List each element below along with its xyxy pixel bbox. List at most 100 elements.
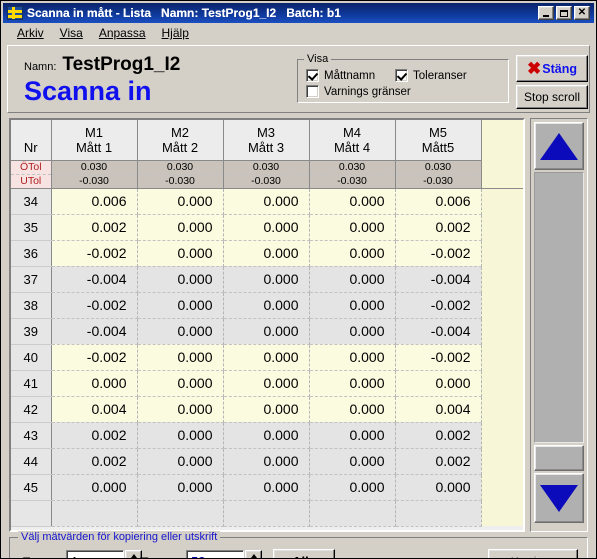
menu-item-arkiv[interactable]: Arkiv [9, 24, 52, 42]
measurement-cell-m5[interactable]: 0.002 [395, 422, 482, 449]
fom-input[interactable]: 1 [66, 550, 124, 558]
menu-item-visa[interactable]: Visa [52, 24, 91, 42]
row-number-cell[interactable]: 37 [11, 266, 52, 293]
row-number-cell[interactable]: 35 [11, 214, 52, 241]
measurement-cell-m5[interactable]: -0.002 [395, 344, 482, 371]
stang-button[interactable]: ✖ Stäng [516, 55, 588, 82]
fom-stepper[interactable]: 1 [66, 550, 142, 558]
measurement-cell-m5[interactable]: 0.000 [395, 474, 482, 501]
measurement-cell-m3[interactable]: 0.000 [223, 422, 310, 449]
measurement-cell-m5[interactable]: -0.004 [395, 266, 482, 293]
checkbox-mattnamn[interactable]: Måttnamn [306, 69, 375, 82]
row-number-cell[interactable]: 40 [11, 344, 52, 371]
table-row[interactable]: 36 -0.002 0.000 0.000 0.000 -0.002 [11, 240, 523, 267]
measurement-cell-m3[interactable]: 0.000 [223, 474, 310, 501]
measurement-cell-m3[interactable]: 0.000 [223, 266, 310, 293]
table-row[interactable]: 40 -0.002 0.000 0.000 0.000 -0.002 [11, 344, 523, 371]
measurement-cell-m4[interactable]: 0.000 [309, 214, 396, 241]
table-row[interactable]: 42 0.004 0.000 0.000 0.000 0.004 [11, 396, 523, 423]
row-number-cell[interactable]: 44 [11, 448, 52, 475]
table-row[interactable]: 43 0.002 0.000 0.000 0.000 0.002 [11, 422, 523, 449]
measurement-cell-m2[interactable]: 0.000 [137, 474, 224, 501]
measurement-cell-m2[interactable]: 0.000 [137, 292, 224, 319]
stop-scroll-button[interactable]: Stop scroll [516, 85, 588, 109]
table-row[interactable]: 37 -0.004 0.000 0.000 0.000 -0.004 [11, 266, 523, 293]
measurement-cell-m2[interactable]: 0.000 [137, 422, 224, 449]
measurement-cell-m4[interactable]: 0.000 [309, 448, 396, 475]
measurement-cell-m4[interactable]: 0.000 [309, 188, 396, 215]
measurement-cell-m3[interactable] [223, 500, 310, 527]
measurement-cell-m2[interactable] [137, 500, 224, 527]
measurement-cell-m2[interactable]: 0.000 [137, 344, 224, 371]
row-number-cell[interactable]: 45 [11, 474, 52, 501]
row-number-cell[interactable]: 36 [11, 240, 52, 267]
checkbox-varningsgranser-box[interactable] [306, 85, 319, 98]
kopiera-button[interactable]: Kopiera [488, 549, 578, 558]
measurement-cell-m5[interactable]: 0.004 [395, 396, 482, 423]
measurement-cell-m2[interactable]: 0.000 [137, 188, 224, 215]
column-header-m4[interactable]: M4 Mått 4 [309, 120, 396, 161]
measurement-cell-m1[interactable] [51, 500, 138, 527]
column-header-nr[interactable]: Nr [11, 120, 52, 161]
measurement-cell-m4[interactable]: 0.000 [309, 396, 396, 423]
table-row[interactable]: 44 0.002 0.000 0.000 0.000 0.002 [11, 448, 523, 475]
menu-item-anpassa[interactable]: Anpassa [91, 24, 154, 42]
measurement-cell-m4[interactable]: 0.000 [309, 370, 396, 397]
measurement-cell-m1[interactable]: 0.002 [51, 214, 138, 241]
table-row[interactable]: 45 0.000 0.000 0.000 0.000 0.000 [11, 474, 523, 501]
tom-stepper-up[interactable] [245, 550, 262, 558]
measurement-cell-m3[interactable]: 0.000 [223, 318, 310, 345]
minimize-button[interactable] [538, 6, 554, 20]
measurement-cell-m2[interactable]: 0.000 [137, 214, 224, 241]
tom-input[interactable]: 53 [186, 550, 244, 558]
measurement-cell-m1[interactable]: -0.002 [51, 344, 138, 371]
checkbox-toleranser-box[interactable] [395, 69, 408, 82]
measurement-cell-m3[interactable]: 0.000 [223, 240, 310, 267]
measurement-cell-m4[interactable] [309, 500, 396, 527]
measurement-cell-m1[interactable]: 0.006 [51, 188, 138, 215]
measurement-cell-m4[interactable]: 0.000 [309, 474, 396, 501]
checkbox-varningsgranser[interactable]: Varnings gränser [306, 85, 411, 98]
measurement-cell-m2[interactable]: 0.000 [137, 318, 224, 345]
column-header-m1[interactable]: M1 Mått 1 [51, 120, 138, 161]
column-header-m5[interactable]: M5 Mått5 [395, 120, 482, 161]
maximize-button[interactable] [556, 6, 572, 20]
measurement-cell-m2[interactable]: 0.000 [137, 240, 224, 267]
scroll-track[interactable] [534, 172, 584, 443]
measurement-cell-m4[interactable]: 0.000 [309, 292, 396, 319]
close-button[interactable]: ✕ [574, 6, 590, 20]
measurement-cell-m5[interactable]: 0.000 [395, 370, 482, 397]
measurement-cell-m3[interactable]: 0.000 [223, 214, 310, 241]
row-number-cell[interactable]: 43 [11, 422, 52, 449]
row-number-cell[interactable]: 38 [11, 292, 52, 319]
alla-button[interactable]: Alla [273, 549, 335, 558]
measurement-cell-m4[interactable]: 0.000 [309, 422, 396, 449]
checkbox-toleranser[interactable]: Toleranser [395, 69, 467, 82]
measurement-cell-m5[interactable]: -0.004 [395, 318, 482, 345]
measurement-cell-m5[interactable]: 0.002 [395, 448, 482, 475]
column-header-m3[interactable]: M3 Mått 3 [223, 120, 310, 161]
measurement-cell-m5[interactable]: 0.002 [395, 214, 482, 241]
row-number-cell[interactable]: 42 [11, 396, 52, 423]
table-row[interactable]: 41 0.000 0.000 0.000 0.000 0.000 [11, 370, 523, 397]
menu-item-hjalp[interactable]: Hjälp [154, 24, 197, 42]
measurement-cell-m1[interactable]: -0.004 [51, 266, 138, 293]
measurement-cell-m3[interactable]: 0.000 [223, 344, 310, 371]
measurement-cell-m4[interactable]: 0.000 [309, 318, 396, 345]
measurement-cell-m3[interactable]: 0.000 [223, 448, 310, 475]
table-row[interactable]: 34 0.006 0.000 0.000 0.000 0.006 [11, 188, 523, 215]
measurement-cell-m3[interactable]: 0.000 [223, 396, 310, 423]
measurement-cell-m5[interactable] [395, 500, 482, 527]
measurement-cell-m3[interactable]: 0.000 [223, 370, 310, 397]
checkbox-mattnamn-box[interactable] [306, 69, 319, 82]
measurement-cell-m4[interactable]: 0.000 [309, 266, 396, 293]
scroll-up-button[interactable] [534, 122, 584, 170]
measurement-cell-m1[interactable]: -0.002 [51, 292, 138, 319]
measurement-cell-m2[interactable]: 0.000 [137, 370, 224, 397]
measurement-cell-m1[interactable]: 0.002 [51, 448, 138, 475]
measurement-cell-m2[interactable]: 0.000 [137, 396, 224, 423]
measurement-cell-m1[interactable]: 0.002 [51, 422, 138, 449]
measurement-cell-m5[interactable]: -0.002 [395, 292, 482, 319]
table-row[interactable]: 35 0.002 0.000 0.000 0.000 0.002 [11, 214, 523, 241]
measurement-cell-m1[interactable]: 0.000 [51, 370, 138, 397]
